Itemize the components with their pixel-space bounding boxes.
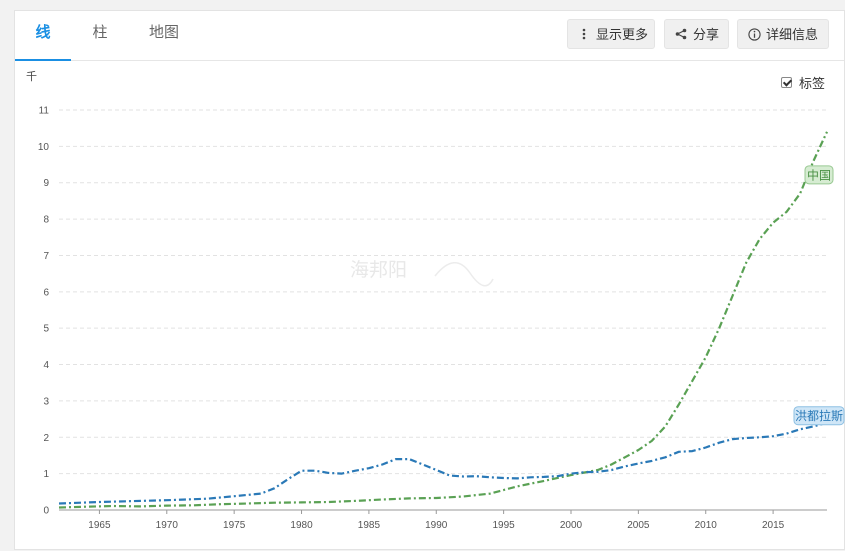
x-tick-label: 1980 [290,520,313,531]
x-axis: 1965 1970 1975 1980 1985 1990 1995 2000 2005 2010… [88,510,785,531]
x-tick-label: 2000 [560,520,583,531]
series-label-2: 洪都拉斯 [795,408,843,423]
grid-lines [59,109,827,475]
y-tick-label: 0 [43,506,49,517]
series-line-1 [58,131,828,509]
y-tick-label: 2 [43,433,49,444]
series-line-2 [58,421,828,505]
x-tick-label: 2015 [762,520,785,531]
y-axis: 0 1 2 3 4 5 6 7 8 9 10 11 [38,106,50,517]
y-tick-label: 10 [38,142,50,153]
series-label-1: 中国 [807,167,831,182]
y-tick-label: 7 [43,251,49,262]
x-tick-label: 1985 [358,520,381,531]
x-tick-label: 1990 [425,520,448,531]
x-tick-label: 1995 [493,520,516,531]
y-tick-label: 8 [43,215,49,226]
watermark-logo [434,262,494,287]
line-chart: 海邦阳 01234567891011 1965 1970 1975 1980 1985 1… [38,106,845,531]
y-tick-label: 3 [43,396,49,407]
y-tick-label: 1 [43,469,49,480]
header-strip: ​ [0,0,845,10]
x-tick-label: 2010 [695,520,718,531]
series-lines [58,131,828,509]
y-tick-label: 9 [43,178,49,189]
y-tick-label: 11 [39,106,50,117]
x-tick-label: 1975 [223,520,246,531]
x-tick-label: 1970 [156,520,179,531]
y-tick-label: 4 [43,360,49,371]
chart-panel: 线 柱 地图 显示更多 分享 详细信息 千 标签 海邦阳 0 1 2 3 4 5… [14,10,845,550]
series-labels: 中国洪都拉斯 [793,165,845,426]
y-tick-label: 6 [43,287,49,298]
watermark-text: 海邦阳 [350,259,407,281]
y-tick-label: 5 [43,324,49,335]
x-tick-label: 1965 [88,520,111,531]
x-tick-label: 2005 [627,520,650,531]
